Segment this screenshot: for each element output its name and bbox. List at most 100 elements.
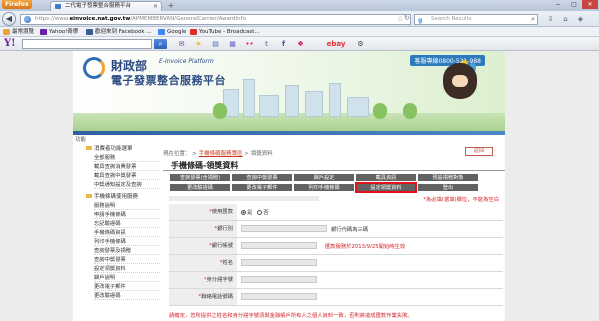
minimize-button[interactable]: −	[550, 0, 566, 9]
tab-change-code[interactable]: 更改驗證碼	[169, 183, 231, 192]
left-strip: 功能	[73, 135, 86, 321]
ebay-icon[interactable]: ebay	[326, 40, 346, 49]
google-icon	[158, 29, 165, 35]
form-footnote: 請確定，您所提供之姓名和身分證字號須與金融帳戶所有人之個人資料一致，否則將造成匯…	[169, 313, 413, 319]
sidebar: 消費者功能選單 全部服務 載具查詢消費發票 載具查詢中獎發票 中獎通知設定及查詢…	[86, 135, 161, 321]
news-icon[interactable]: ▤	[211, 40, 220, 49]
addon-icon[interactable]: ◈	[575, 14, 586, 24]
sidebar-item[interactable]: 載具查詢中獎發票	[94, 172, 160, 180]
form-label-text: 使用匯款	[211, 209, 233, 215]
required-note: *為必填(選填)欄位，不能為空白	[423, 197, 499, 203]
sidebar-item[interactable]: 設定領獎資料	[94, 265, 160, 273]
facebook-icon-2[interactable]: ❖	[296, 40, 305, 49]
title-divider	[163, 170, 505, 171]
url-bar[interactable]: https://www.einvoice.nat.gov.tw/APMEMBER…	[20, 14, 411, 25]
account-input[interactable]	[241, 242, 317, 249]
facebook-icon	[86, 29, 93, 35]
mail-icon[interactable]: ✉	[177, 40, 186, 49]
sidebar-item[interactable]: 手機條碼資訊	[94, 229, 160, 237]
sidebar-item[interactable]: 中獎通知設定及查詢	[94, 181, 160, 189]
form-label-text: 聯絡電話號碼	[201, 294, 233, 300]
tab-query-winning[interactable]: 查詢中獎發票	[231, 173, 293, 182]
sidebar-item[interactable]: 申請手機條碼	[94, 211, 160, 219]
form-row-bank: *銀行別 銀行代碼為三碼	[169, 221, 503, 238]
back-button[interactable]: 返回	[465, 147, 493, 156]
sidebar-item[interactable]: 服務說明	[94, 202, 160, 210]
bookmark-label: 歡迎來到 Facebook ...	[95, 29, 152, 35]
tab-query-invoice[interactable]: 查詢發票(含捐贈)	[169, 173, 231, 182]
tab-logout[interactable]: 登出	[417, 183, 479, 192]
form-label-text: 銀行帳號	[211, 243, 233, 249]
search-engine-icon: g	[418, 17, 423, 24]
yahoo-search-button[interactable]: ⌕	[154, 39, 167, 49]
phone-input[interactable]	[241, 293, 317, 300]
id-number-input[interactable]	[241, 276, 317, 283]
bookmark-most-visited[interactable]: 最常瀏覽	[3, 28, 34, 36]
download-icon[interactable]: ⇩	[545, 14, 556, 24]
home-icon[interactable]: ⌂	[560, 14, 571, 24]
bookmark-label: Yahoo!奇摩	[49, 29, 79, 35]
tab-carrier-linking[interactable]: 歸戶設定	[293, 173, 355, 182]
tab-default-donation[interactable]: 預設捐贈對象	[417, 173, 479, 182]
flickr-icon[interactable]: ••	[245, 40, 254, 49]
yahoo-toolbar: Y! ⌕ ✉ ☀ ▤ ▦ •• t f ❖ ebay ⚙	[0, 37, 599, 51]
star-icon[interactable]: ☆	[397, 15, 403, 23]
search-input[interactable]: g Search Results ⌕	[414, 14, 538, 25]
new-tab-button[interactable]: +	[166, 1, 176, 10]
bookmark-google[interactable]: Google	[158, 28, 186, 36]
site-container: 財政部 E-Invoice Platform 電子發票整合服務平台 客服專線08…	[73, 51, 505, 321]
sidebar-item[interactable]: 全部服務	[94, 154, 160, 162]
tab-change-email[interactable]: 更改電子郵件	[231, 183, 293, 192]
firefox-menu-button[interactable]: Firefox	[2, 0, 32, 9]
browser-tab-bar: Firefox 二代電子發票整合服務平台 ✕ + − □ ✕	[0, 0, 599, 11]
sidebar-item[interactable]: 列印手機條碼	[94, 238, 160, 246]
sidebar-item[interactable]: 載具查詢消費發票	[94, 163, 160, 171]
sidebar-item[interactable]: 查詢中獎發票	[94, 256, 160, 264]
redacted-text	[169, 196, 319, 201]
sidebar-item[interactable]: 歸戶說明	[94, 274, 160, 282]
bookmark-yahoo[interactable]: Yahoo!奇摩	[40, 28, 78, 36]
tab-carrier-info[interactable]: 載具資訊	[355, 173, 417, 182]
bookmark-icon[interactable]: t	[262, 40, 271, 49]
sidebar-item[interactable]: 查詢發票及捐贈	[94, 247, 160, 255]
form-label: *聯絡電話號碼	[169, 289, 237, 305]
bookmark-icon	[3, 29, 10, 35]
tab-prize-settings[interactable]: 設定領獎資料	[356, 183, 416, 192]
name-input[interactable]	[241, 259, 317, 266]
settings-icon[interactable]: ⚙	[356, 40, 365, 49]
form-label-text: 銀行別	[217, 226, 233, 232]
breadcrumb-link[interactable]: 手機條碼服務專區	[199, 151, 243, 157]
breadcrumb-home: 現在位置：	[163, 151, 191, 157]
close-window-button[interactable]: ✕	[582, 0, 598, 9]
sidebar-item[interactable]: 更改電子郵件	[94, 283, 160, 291]
form-row-phone: *聯絡電話號碼	[169, 289, 503, 306]
tab-print-barcode[interactable]: 列印手機條碼	[293, 183, 355, 192]
finance-icon[interactable]: ▦	[228, 40, 237, 49]
sidebar-section-consumer[interactable]: 消費者功能選單	[86, 144, 133, 152]
tab-close-icon[interactable]: ✕	[153, 2, 158, 11]
radio-yes[interactable]	[241, 210, 246, 215]
browser-tab[interactable]: 二代電子發票整合服務平台 ✕	[50, 1, 162, 11]
bookmark-youtube[interactable]: YouTube - Broadcast...	[190, 28, 260, 36]
sidebar-section-mobile-barcode[interactable]: 手機條碼使用服務	[86, 192, 138, 200]
bookmark-facebook[interactable]: 歡迎來到 Facebook ...	[86, 28, 152, 36]
magnifier-icon[interactable]: ⌕	[531, 15, 535, 24]
yahoo-logo[interactable]: Y!	[4, 38, 16, 49]
yahoo-search-input[interactable]	[22, 39, 152, 49]
back-icon[interactable]: ◀	[2, 12, 16, 26]
bank-select[interactable]	[241, 225, 327, 232]
breadcrumb-sep: >	[192, 151, 197, 157]
maximize-button[interactable]: □	[566, 0, 582, 9]
radio-yes-label: 是	[247, 210, 253, 216]
radio-no[interactable]	[257, 210, 263, 215]
sidebar-item[interactable]: 更改驗證碼	[94, 292, 160, 300]
facebook-icon[interactable]: f	[279, 40, 288, 49]
sidebar-section-label: 手機條碼使用服務	[94, 194, 139, 200]
sidebar-item[interactable]: 忘記驗證碼	[94, 220, 160, 228]
tree-icon	[213, 103, 227, 119]
form-label: *銀行帳號	[169, 238, 237, 254]
tree-icon	[403, 103, 417, 119]
refresh-icon[interactable]: ↻	[404, 14, 410, 22]
bookmark-label: YouTube - Broadcast...	[199, 29, 260, 35]
weather-icon[interactable]: ☀	[194, 40, 203, 49]
